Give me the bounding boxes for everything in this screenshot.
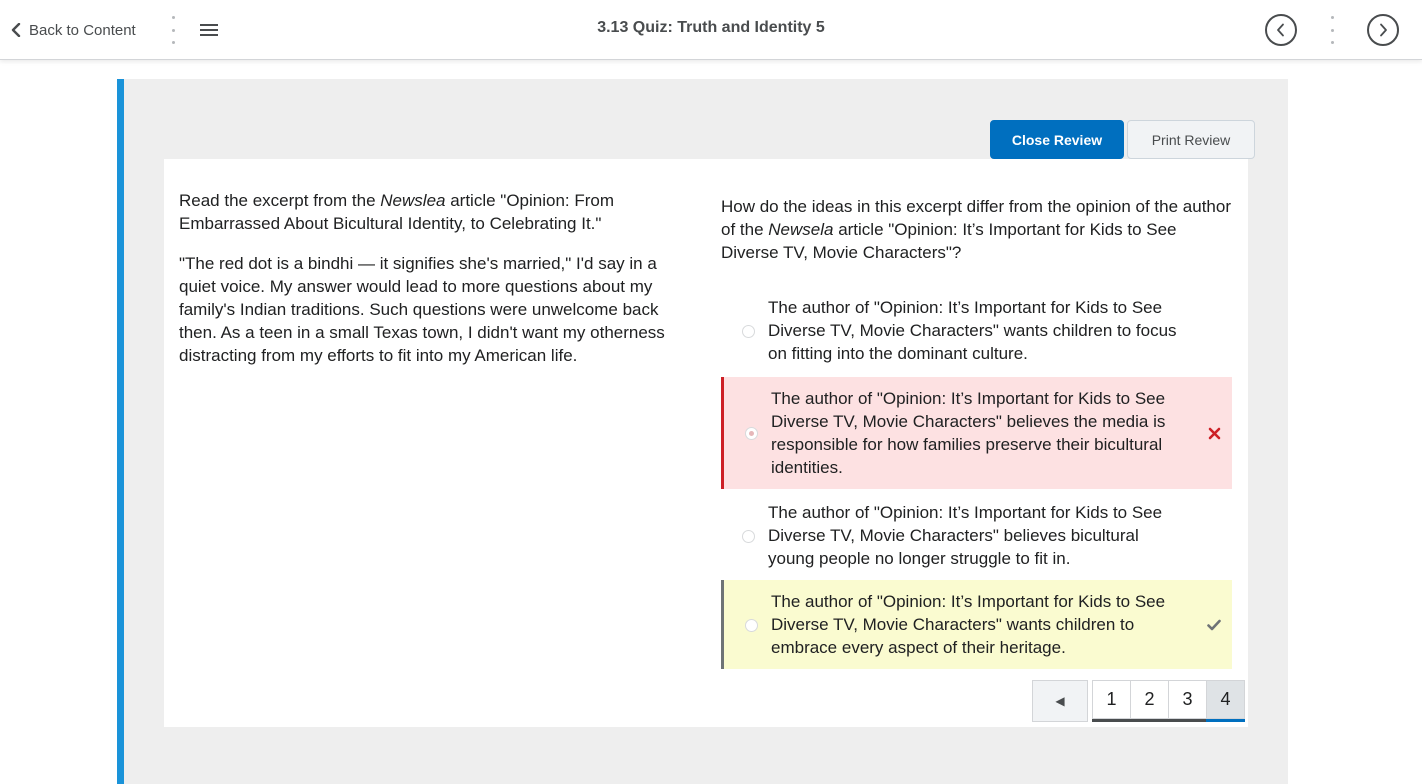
chevron-right-icon (1380, 23, 1387, 37)
x-icon (1206, 425, 1222, 441)
passage-intro-text: Read the excerpt from the (179, 191, 381, 210)
question-source-title: Newsela (768, 220, 834, 239)
check-icon (1206, 617, 1222, 633)
page-button-4[interactable]: 4 (1206, 680, 1245, 722)
answer-option-3[interactable]: The author of "Opinion: It’s Important f… (721, 491, 1232, 580)
page-title: 3.13 Quiz: Truth and Identity 5 (597, 19, 825, 36)
previous-topic-button[interactable] (1265, 14, 1297, 46)
passage-intro: Read the excerpt from the Newslea articl… (179, 189, 679, 235)
radio-button[interactable] (742, 324, 755, 338)
divider-dots-icon (1328, 16, 1336, 44)
answer-option-1[interactable]: The author of "Opinion: It’s Important f… (721, 286, 1232, 375)
top-bar: Back to Content 3.13 Quiz: Truth and Ide… (0, 0, 1422, 60)
passage-column: Read the excerpt from the Newslea articl… (179, 189, 679, 384)
answer-option-text: The author of "Opinion: It’s Important f… (768, 298, 1177, 363)
print-review-button[interactable]: Print Review (1127, 120, 1255, 159)
chevron-left-icon (1277, 23, 1284, 37)
page-button-1[interactable]: 1 (1092, 680, 1131, 719)
question-panel: Read the excerpt from the Newslea articl… (164, 159, 1248, 727)
page-button-3[interactable]: 3 (1168, 680, 1207, 719)
answer-option-text: The author of "Opinion: It’s Important f… (771, 592, 1166, 657)
page-button-2[interactable]: 2 (1130, 680, 1169, 719)
answer-option-text: The author of "Opinion: It’s Important f… (768, 503, 1163, 568)
answer-option-2[interactable]: The author of "Opinion: It’s Important f… (721, 377, 1232, 489)
radio-button[interactable] (745, 618, 758, 632)
close-review-button[interactable]: Close Review (990, 120, 1124, 159)
passage-source-title: Newslea (380, 191, 446, 210)
question-text: How do the ideas in this excerpt differ … (721, 195, 1232, 264)
quiz-review-frame: Close Review Print Review Read the excer… (117, 79, 1288, 784)
previous-page-button[interactable]: ◀ (1032, 680, 1088, 722)
answer-option-text: The author of "Opinion: It’s Important f… (771, 389, 1166, 477)
answer-option-4[interactable]: The author of "Opinion: It’s Important f… (721, 580, 1232, 669)
passage-excerpt: "The red dot is a bindhi — it signifies … (179, 254, 665, 365)
radio-button[interactable] (745, 427, 758, 440)
question-column: How do the ideas in this excerpt differ … (721, 195, 1232, 669)
radio-button[interactable] (742, 529, 755, 543)
next-topic-button[interactable] (1367, 14, 1399, 46)
pagination: 1 2 3 4 (1092, 680, 1245, 722)
